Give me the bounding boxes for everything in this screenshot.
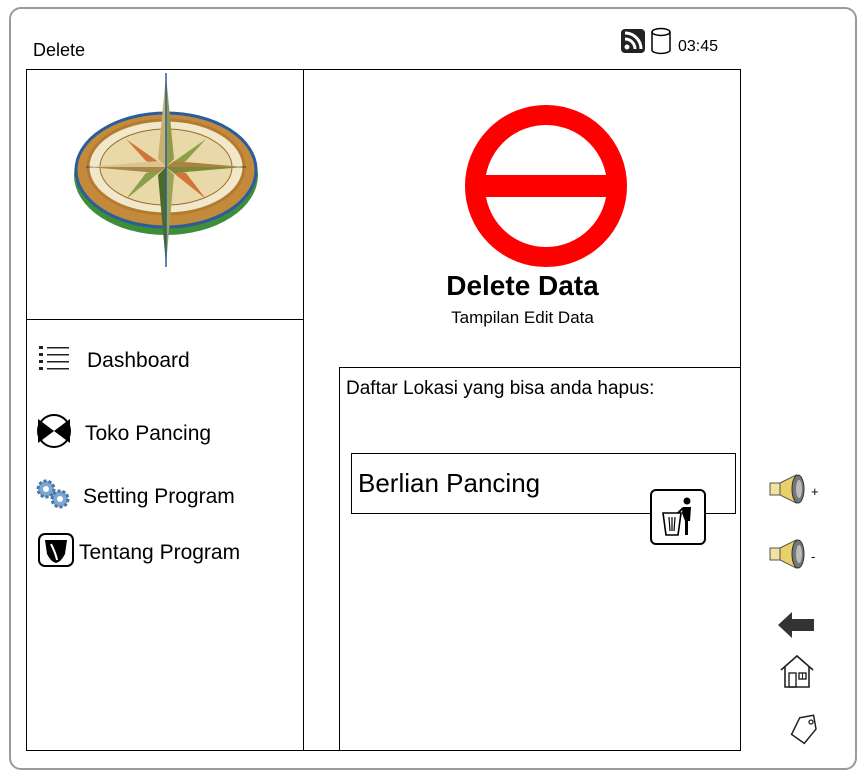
sidebar-item-label: Tentang Program xyxy=(79,541,241,564)
tag-button[interactable] xyxy=(788,713,822,750)
window-title: Delete xyxy=(33,40,86,60)
volume-up-button[interactable]: + xyxy=(768,474,819,509)
delete-icon xyxy=(465,105,627,272)
compass-logo xyxy=(74,73,258,267)
shield-icon xyxy=(37,532,75,574)
clock: 03:45 xyxy=(678,38,719,55)
sidebar-item-toko-pancing[interactable]: Toko Pancing xyxy=(33,414,211,454)
list-item-label: Berlian Pancing xyxy=(358,468,541,498)
logo-panel xyxy=(26,69,304,320)
home-button[interactable] xyxy=(778,653,816,694)
list-caption: Daftar Lokasi yang bisa anda hapus: xyxy=(346,378,655,399)
sidebar-item-setting-program[interactable]: Setting Program xyxy=(35,478,235,516)
gears-icon xyxy=(35,478,73,516)
sidebar-item-dashboard[interactable]: Dashboard xyxy=(37,343,190,379)
speaker-icon xyxy=(768,474,810,509)
delete-list-panel xyxy=(339,367,741,751)
sidebar-item-label: Setting Program xyxy=(83,485,235,508)
database-icon xyxy=(650,27,672,60)
speaker-icon xyxy=(768,539,810,574)
back-button[interactable] xyxy=(778,611,814,644)
sidebar-item-tentang-program[interactable]: Tentang Program xyxy=(37,532,240,574)
rss-icon xyxy=(620,28,646,59)
volume-down-button[interactable]: - xyxy=(768,539,815,574)
volume-down-label: - xyxy=(811,549,816,564)
page-subtitle: Tampilan Edit Data xyxy=(451,308,594,327)
tag-icon xyxy=(790,714,817,745)
trash-icon xyxy=(662,497,691,536)
fish-icon xyxy=(33,414,75,454)
home-icon xyxy=(780,654,814,688)
delete-button[interactable] xyxy=(650,489,706,545)
sidebar-item-label: Dashboard xyxy=(87,349,190,372)
volume-up-label: + xyxy=(811,484,819,499)
arrow-left-icon xyxy=(778,612,814,638)
list-icon xyxy=(37,343,71,379)
sidebar-item-label: Toko Pancing xyxy=(85,422,212,445)
page-title: Delete Data xyxy=(446,270,599,301)
status-bar: 03:45 xyxy=(620,27,719,60)
